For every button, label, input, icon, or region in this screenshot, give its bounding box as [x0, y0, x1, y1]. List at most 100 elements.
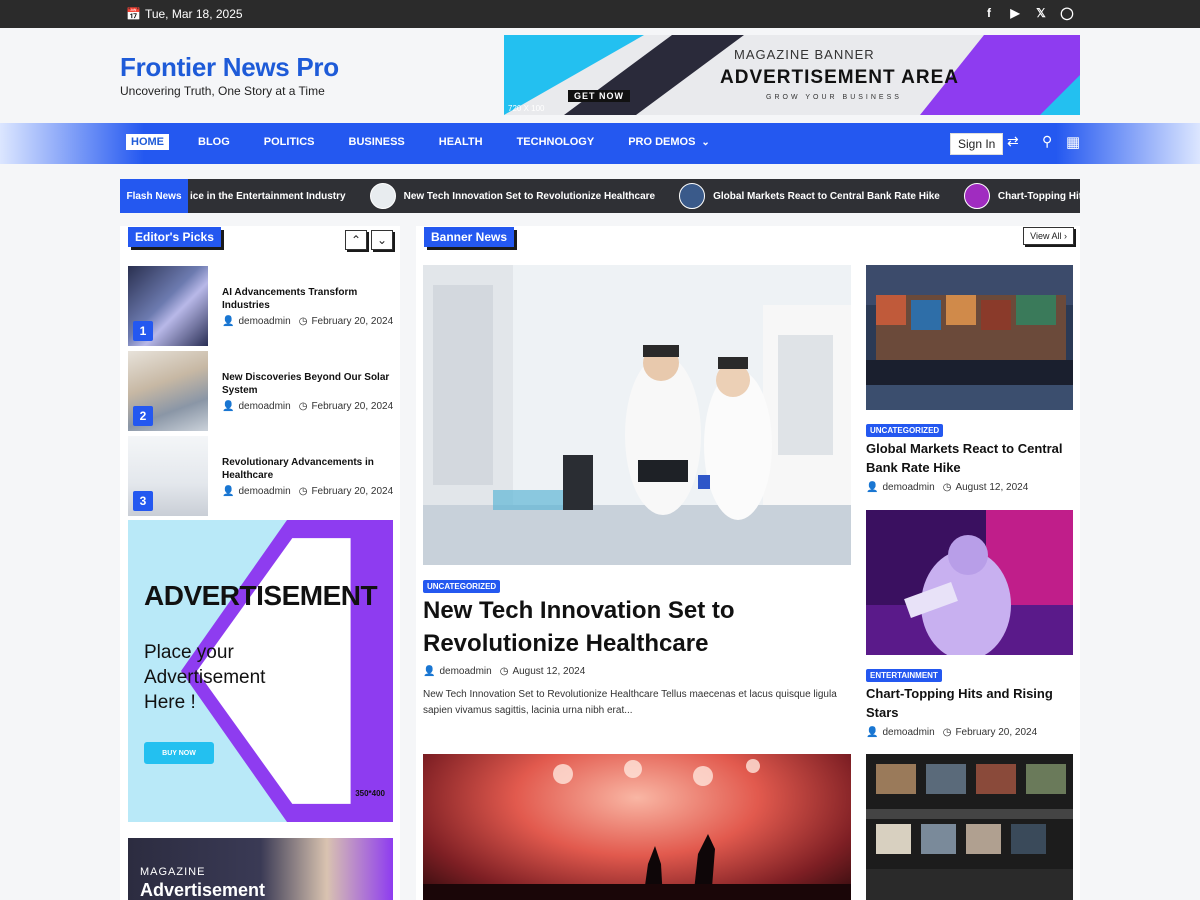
pick-item[interactable]: 3 Revolutionary Advancements in Healthca… — [128, 436, 400, 516]
record-store-scene — [866, 754, 1073, 900]
pick-item[interactable]: 1 AI Advancements Transform Industries 👤… — [128, 266, 400, 346]
user-icon: 👤 — [423, 666, 436, 677]
pick-number: 2 — [133, 406, 153, 426]
clock-icon: ◷ — [298, 316, 308, 327]
pick-meta: 👤 demoadmin ◷ February 20, 2024 — [222, 401, 393, 412]
side-article-title[interactable]: Global Markets React to Central Bank Rat… — [866, 439, 1073, 477]
grid-menu-icon[interactable]: ▦ — [1066, 133, 1080, 151]
site-tagline: Uncovering Truth, One Story at a Time — [120, 84, 325, 98]
side-article-image[interactable] — [866, 265, 1073, 410]
pick-date[interactable]: February 20, 2024 — [311, 401, 393, 412]
youtube-icon[interactable]: ▶ — [1008, 6, 1022, 20]
social-links: f ▶ 𝕏 ◯ — [982, 6, 1074, 20]
top-bar: 📅 Tue, Mar 18, 2025 f ▶ 𝕏 ◯ — [0, 0, 1200, 28]
pick-author[interactable]: demoadmin — [238, 401, 290, 412]
user-icon: 👤 — [222, 316, 235, 327]
side-article-date[interactable]: February 20, 2024 — [955, 727, 1037, 738]
main-article-date[interactable]: August 12, 2024 — [512, 666, 585, 677]
side-article-category[interactable]: ENTERTAINMENT — [866, 665, 942, 683]
side-article-meta: 👤 demoadmin ◷ August 12, 2024 — [866, 482, 1028, 493]
clock-icon: ◷ — [499, 666, 509, 677]
nav-item-home[interactable]: HOME — [126, 134, 169, 150]
search-icon[interactable]: ⚲ — [1042, 133, 1052, 150]
sidebar-advertisement-2[interactable]: MAGAZINE Advertisement — [128, 838, 393, 900]
nav-item-blog[interactable]: BLOG — [193, 134, 235, 150]
user-icon: 👤 — [222, 401, 235, 412]
ad-title: ADVERTISEMENT AREA — [720, 67, 959, 88]
chevron-down-icon[interactable]: ⌄ — [371, 230, 393, 250]
site-title[interactable]: Frontier News Pro — [120, 52, 339, 83]
concert-article-image[interactable] — [423, 754, 851, 900]
ticker-item[interactable]: Chart-Topping Hits and R — [963, 183, 1080, 209]
clock-icon: ◷ — [298, 401, 308, 412]
side-article-meta: 👤 demoadmin ◷ February 20, 2024 — [866, 727, 1037, 738]
ad2-title: Advertisement — [140, 880, 266, 900]
current-date: 📅 Tue, Mar 18, 2025 — [126, 7, 243, 21]
sidebar-advertisement[interactable]: ADVERTISEMENT Place your Advertisement H… — [128, 520, 393, 822]
instagram-icon[interactable]: ◯ — [1060, 6, 1074, 20]
main-article-image[interactable] — [423, 265, 851, 565]
user-icon: 👤 — [866, 727, 879, 738]
flash-news-label: Flash News — [120, 179, 188, 213]
chevron-up-icon[interactable]: ⌃ — [345, 230, 367, 250]
editors-picks-panel: Editor's Picks ⌃ ⌄ 1 AI Advancements Tra… — [120, 226, 400, 900]
side-article-author[interactable]: demoadmin — [882, 727, 934, 738]
banner-news-panel: Banner News View All › UNCATEGORIZED New… — [416, 226, 1080, 900]
nav-item-label: PRO DEMOS — [628, 136, 696, 148]
side-article-title[interactable]: Chart-Topping Hits and Rising Stars — [866, 684, 1073, 722]
pick-title[interactable]: Revolutionary Advancements in Healthcare — [222, 456, 392, 482]
pick-meta: 👤 demoadmin ◷ February 20, 2024 — [222, 316, 393, 327]
buy-now-button[interactable]: BUY NOW — [144, 742, 214, 764]
pick-author[interactable]: demoadmin — [238, 486, 290, 497]
records-article-image[interactable] — [866, 754, 1073, 900]
side-article-date[interactable]: August 12, 2024 — [955, 482, 1028, 493]
chevron-right-icon: › — [1064, 231, 1067, 241]
clock-icon: ◷ — [942, 482, 952, 493]
editors-picks-title: Editor's Picks — [128, 227, 221, 247]
category-badge[interactable]: ENTERTAINMENT — [866, 669, 942, 682]
pick-meta: 👤 demoadmin ◷ February 20, 2024 — [222, 486, 393, 497]
side-article-category[interactable]: UNCATEGORIZED — [866, 420, 944, 438]
view-all-label: View All — [1030, 231, 1062, 241]
x-icon[interactable]: 𝕏 — [1034, 6, 1048, 20]
nav-item-business[interactable]: BUSINESS — [344, 134, 410, 150]
ad-small-text: GROW YOUR BUSINESS — [766, 94, 902, 101]
flash-news-ticker: Flash News ice in the Entertainment Indu… — [120, 179, 1080, 213]
header-advertisement[interactable]: GET NOW 720 X 100 MAGAZINE BANNER ADVERT… — [504, 35, 1080, 115]
ticker-item-text: ice in the Entertainment Industry — [190, 190, 346, 202]
pick-title[interactable]: AI Advancements Transform Industries — [222, 286, 392, 312]
pick-number: 3 — [133, 491, 153, 511]
pick-author[interactable]: demoadmin — [238, 316, 290, 327]
ticker-thumbnail — [963, 183, 990, 209]
pick-title[interactable]: New Discoveries Beyond Our Solar System — [222, 371, 392, 397]
ticker-item[interactable]: New Tech Innovation Set to Revolutionize… — [369, 183, 655, 209]
main-article-meta: 👤 demoadmin ◷ August 12, 2024 — [423, 666, 585, 677]
ticker-item[interactable]: Global Markets React to Central Bank Rat… — [679, 183, 940, 209]
main-navigation: HOME BLOG POLITICS BUSINESS HEALTH TECHN… — [0, 123, 1200, 164]
nav-item-pro-demos[interactable]: PRO DEMOS ⌄ — [623, 134, 715, 150]
ticker-item-text: Chart-Topping Hits and R — [997, 190, 1080, 202]
pick-date[interactable]: February 20, 2024 — [311, 486, 393, 497]
user-icon: 👤 — [866, 482, 879, 493]
nav-item-health[interactable]: HEALTH — [434, 134, 488, 150]
user-icon: 👤 — [222, 486, 235, 497]
nav-item-technology[interactable]: TECHNOLOGY — [512, 134, 600, 150]
main-article-title[interactable]: New Tech Innovation Set to Revolutionize… — [423, 594, 843, 660]
side-article-author[interactable]: demoadmin — [882, 482, 934, 493]
picks-arrows: ⌃ ⌄ — [345, 230, 393, 250]
ad-size: 720 X 100 — [508, 104, 545, 113]
clock-icon: ◷ — [942, 727, 952, 738]
nav-item-politics[interactable]: POLITICS — [259, 134, 320, 150]
main-article-category[interactable]: UNCATEGORIZED — [423, 576, 501, 594]
pick-item[interactable]: 2 New Discoveries Beyond Our Solar Syste… — [128, 351, 400, 431]
sign-in-button[interactable]: Sign In — [950, 133, 1004, 155]
category-badge[interactable]: UNCATEGORIZED — [423, 580, 501, 593]
main-article-author[interactable]: demoadmin — [439, 666, 491, 677]
view-all-link[interactable]: View All › — [1023, 227, 1074, 245]
ticker-item[interactable]: ice in the Entertainment Industry — [190, 191, 346, 202]
shuffle-icon[interactable]: ⇄ — [1007, 133, 1019, 150]
category-badge[interactable]: UNCATEGORIZED — [866, 424, 944, 437]
facebook-icon[interactable]: f — [982, 6, 996, 20]
side-article-image[interactable] — [866, 510, 1073, 655]
pick-date[interactable]: February 20, 2024 — [311, 316, 393, 327]
